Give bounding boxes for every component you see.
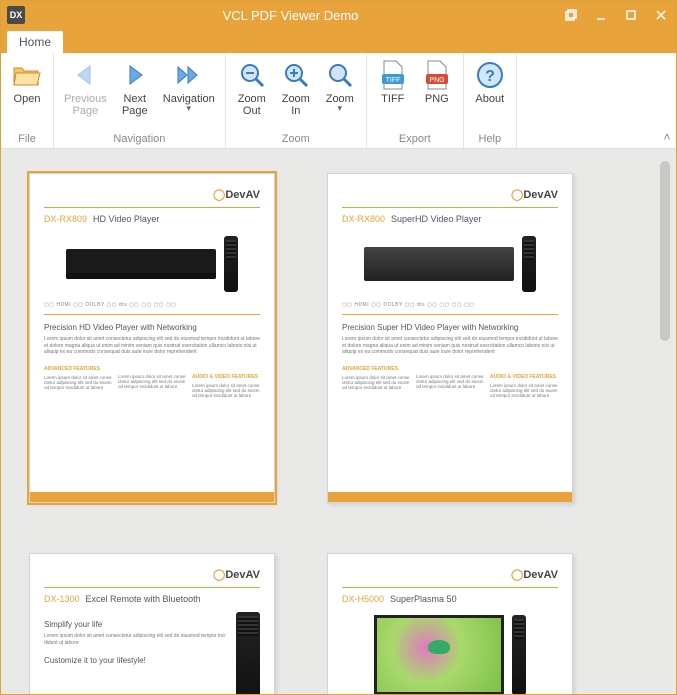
title-bar: DX VCL PDF Viewer Demo — [1, 1, 676, 29]
document-viewer[interactable]: ◯DevAV DX-RX809HD Video Player ▢▢ HDMI ▢… — [1, 149, 676, 694]
restore-down-alt-button[interactable] — [556, 1, 586, 29]
about-label: About — [475, 93, 504, 105]
navigation-button[interactable]: Navigation ▾ — [157, 55, 221, 111]
tab-home[interactable]: Home — [7, 31, 63, 53]
about-button[interactable]: ? About — [468, 55, 512, 105]
group-help: ? About Help — [464, 53, 517, 148]
page-subtitle: Precision HD Video Player with Networkin… — [44, 323, 260, 332]
zoom-in-button[interactable]: Zoom In — [274, 55, 318, 117]
features-header: AUDIO & VIDEO FEATURES — [192, 374, 260, 380]
next-label: Next Page — [122, 93, 148, 117]
brand-logo: ◯DevAV — [342, 568, 558, 581]
png-label: PNG — [425, 93, 449, 105]
features-header: ADVANCED FEATURES — [44, 366, 112, 372]
svg-text:TIFF: TIFF — [385, 77, 400, 84]
svg-text:?: ? — [485, 68, 495, 85]
page-title: DX-RX809HD Video Player — [44, 214, 260, 224]
group-export: TIFF TIFF PNG PNG Export — [367, 53, 464, 148]
group-navigation-label: Navigation — [58, 131, 221, 148]
tiff-file-icon: TIFF — [377, 59, 409, 91]
chevron-up-icon: ˄ — [663, 130, 670, 144]
next-page-button[interactable]: Next Page — [113, 55, 157, 117]
page-subtitle: Precision Super HD Video Player with Net… — [342, 323, 558, 332]
zoom-out-label: Zoom Out — [238, 93, 266, 117]
group-zoom: Zoom Out Zoom In Zoom ▾ Zoom — [226, 53, 367, 148]
close-button[interactable] — [646, 1, 676, 29]
group-navigation: Previous Page Next Page Navigation ▾ Nav… — [54, 53, 226, 148]
app-badge: DX — [7, 6, 25, 24]
previous-page-button[interactable]: Previous Page — [58, 55, 113, 117]
group-file-label: File — [5, 131, 49, 148]
zoom-out-icon — [236, 59, 268, 91]
remote-image — [512, 615, 526, 694]
export-tiff-button[interactable]: TIFF TIFF — [371, 55, 415, 105]
group-file: Open File — [1, 53, 54, 148]
features-header: ADVANCED FEATURES — [342, 366, 410, 372]
body-text: Lorem ipsum dolor sit amet consectetur a… — [342, 336, 558, 356]
thumbnail-page-2[interactable]: ◯DevAV DX-RX800SuperHD Video Player ▢▢ H… — [327, 173, 573, 503]
page-title: DX-1300Excel Remote with Bluetooth — [44, 594, 260, 604]
remote-image — [224, 236, 238, 292]
group-help-label: Help — [468, 131, 512, 148]
product-image — [374, 615, 504, 694]
group-export-label: Export — [371, 131, 459, 148]
page-title: DX-H5000SuperPlasma 50 — [342, 594, 558, 604]
remote-image — [236, 612, 260, 694]
page-subtitle: Simplify your life — [44, 620, 226, 629]
export-png-button[interactable]: PNG PNG — [415, 55, 459, 105]
folder-open-icon — [11, 59, 43, 91]
thumbnail-page-1[interactable]: ◯DevAV DX-RX809HD Video Player ▢▢ HDMI ▢… — [29, 173, 275, 503]
ribbon: Open File Previous Page Next Page Naviga… — [1, 53, 676, 149]
window-title: VCL PDF Viewer Demo — [25, 8, 556, 23]
prev-label: Previous Page — [64, 93, 107, 117]
prev-icon — [69, 59, 101, 91]
tiff-label: TIFF — [381, 93, 404, 105]
zoom-out-button[interactable]: Zoom Out — [230, 55, 274, 117]
body-text: Lorem ipsum dolor sit amet consectetur a… — [44, 633, 226, 646]
zoom-in-label: Zoom In — [282, 93, 310, 117]
badges-row: ▢▢ HDMI ▢▢ DOLBY ▢▢ dts ▢▢ ▢▢ ▢▢ ▢▢ — [44, 302, 260, 308]
svg-text:PNG: PNG — [429, 77, 444, 84]
features-header: AUDIO & VIDEO FEATURES — [490, 374, 558, 380]
chevron-down-icon: ▾ — [338, 106, 343, 111]
scrollbar-thumb[interactable] — [660, 161, 670, 341]
badges-row: ▢▢ HDMI ▢▢ DOLBY ▢▢ dts ▢▢ ▢▢ ▢▢ ▢▢ — [342, 302, 558, 308]
brand-logo: ◯DevAV — [44, 188, 260, 201]
minimize-button[interactable] — [586, 1, 616, 29]
page-extra: Customize it to your lifestyle! — [44, 656, 226, 665]
png-file-icon: PNG — [421, 59, 453, 91]
group-zoom-label: Zoom — [230, 131, 362, 148]
brand-logo: ◯DevAV — [44, 568, 260, 581]
open-button[interactable]: Open — [5, 55, 49, 105]
collapse-ribbon-button[interactable]: ˄ — [658, 53, 676, 148]
maximize-button[interactable] — [616, 1, 646, 29]
thumbnail-page-3[interactable]: ◯DevAV DX-1300Excel Remote with Bluetoot… — [29, 553, 275, 694]
page-title: DX-RX800SuperHD Video Player — [342, 214, 558, 224]
thumbnail-page-4[interactable]: ◯DevAV DX-H5000SuperPlasma 50 — [327, 553, 573, 694]
chevron-down-icon: ▾ — [187, 106, 192, 111]
zoom-icon — [324, 59, 356, 91]
next-icon — [119, 59, 151, 91]
body-text: Lorem ipsum dolor sit amet consectetur a… — [44, 336, 260, 356]
zoom-button[interactable]: Zoom ▾ — [318, 55, 362, 111]
fast-forward-icon — [173, 59, 205, 91]
ribbon-tabstrip: Home — [1, 29, 676, 53]
product-image — [364, 247, 514, 281]
brand-logo: ◯DevAV — [342, 188, 558, 201]
vertical-scrollbar[interactable] — [658, 155, 672, 688]
remote-image — [522, 236, 536, 292]
product-image — [66, 249, 216, 279]
zoom-in-icon — [280, 59, 312, 91]
open-label: Open — [14, 93, 41, 105]
help-icon: ? — [474, 59, 506, 91]
